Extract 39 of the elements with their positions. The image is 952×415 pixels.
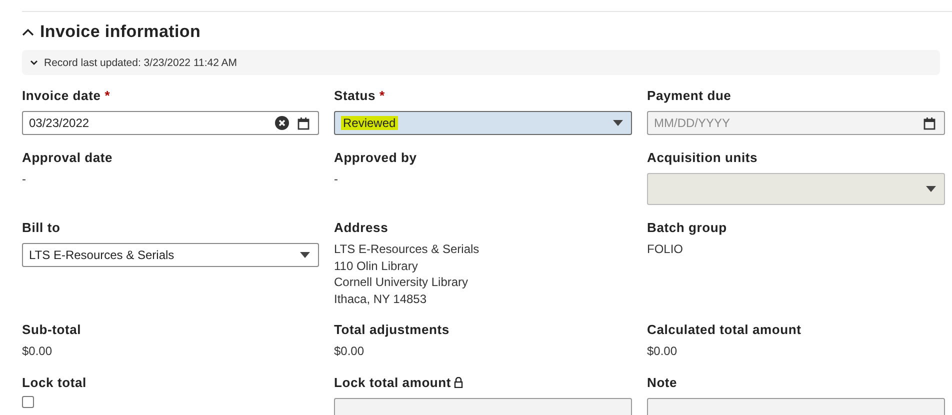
field-label: Lock total amount xyxy=(334,374,464,390)
chevron-icon[interactable] xyxy=(30,60,38,66)
field-label: Lock total xyxy=(22,374,86,390)
field-label: Approval date xyxy=(22,149,113,166)
calendar-icon[interactable] xyxy=(923,116,936,130)
field-label: Status * xyxy=(334,87,385,104)
field-value: $0.00 xyxy=(22,343,54,360)
field-label: Invoice date * xyxy=(22,87,110,104)
field-value: - xyxy=(22,171,27,188)
field-label: Approved by xyxy=(334,149,417,166)
address-text: LTS E-Resources & Serials 110 Olin Library Cornell University Library Ithaca, NY 14853 xyxy=(334,241,480,307)
field-label: Total adjustments xyxy=(334,321,450,338)
select-field[interactable]: Reviewed xyxy=(334,111,632,135)
date-field[interactable]: 03/23/2022 xyxy=(22,111,319,135)
calendar-icon[interactable] xyxy=(297,116,310,130)
field-label: Acquisition units xyxy=(647,149,758,166)
field-value: $0.00 xyxy=(334,343,366,360)
input-field[interactable] xyxy=(647,398,945,415)
caret-icon xyxy=(300,252,310,258)
select-field[interactable]: LTS E-Resources & Serials xyxy=(22,243,319,267)
field-value: $0.00 xyxy=(647,343,678,360)
field-label: Batch group xyxy=(647,219,727,236)
record-updated-text: Record last updated: 3/23/2022 11:42 AM xyxy=(44,56,238,68)
clear-icon[interactable] xyxy=(275,116,289,130)
chevron-icon[interactable] xyxy=(22,28,34,36)
field-value: FOLIO xyxy=(647,241,684,258)
field-label: Payment due xyxy=(647,87,732,104)
caret-icon xyxy=(926,186,936,192)
checkbox[interactable] xyxy=(22,396,34,408)
field-label: Sub-total xyxy=(22,321,82,338)
section-title: Invoice information xyxy=(40,22,201,42)
input-field[interactable] xyxy=(334,398,632,415)
field-label: Note xyxy=(647,374,678,390)
field-label: Bill to xyxy=(22,219,60,236)
field-value: - xyxy=(334,171,339,188)
record-bar[interactable]: Record last updated: 3/23/2022 11:42 AM xyxy=(22,50,940,75)
field-label: Address xyxy=(334,219,388,236)
caret-icon xyxy=(613,120,623,126)
field-label: Calculated total amount xyxy=(647,321,802,338)
